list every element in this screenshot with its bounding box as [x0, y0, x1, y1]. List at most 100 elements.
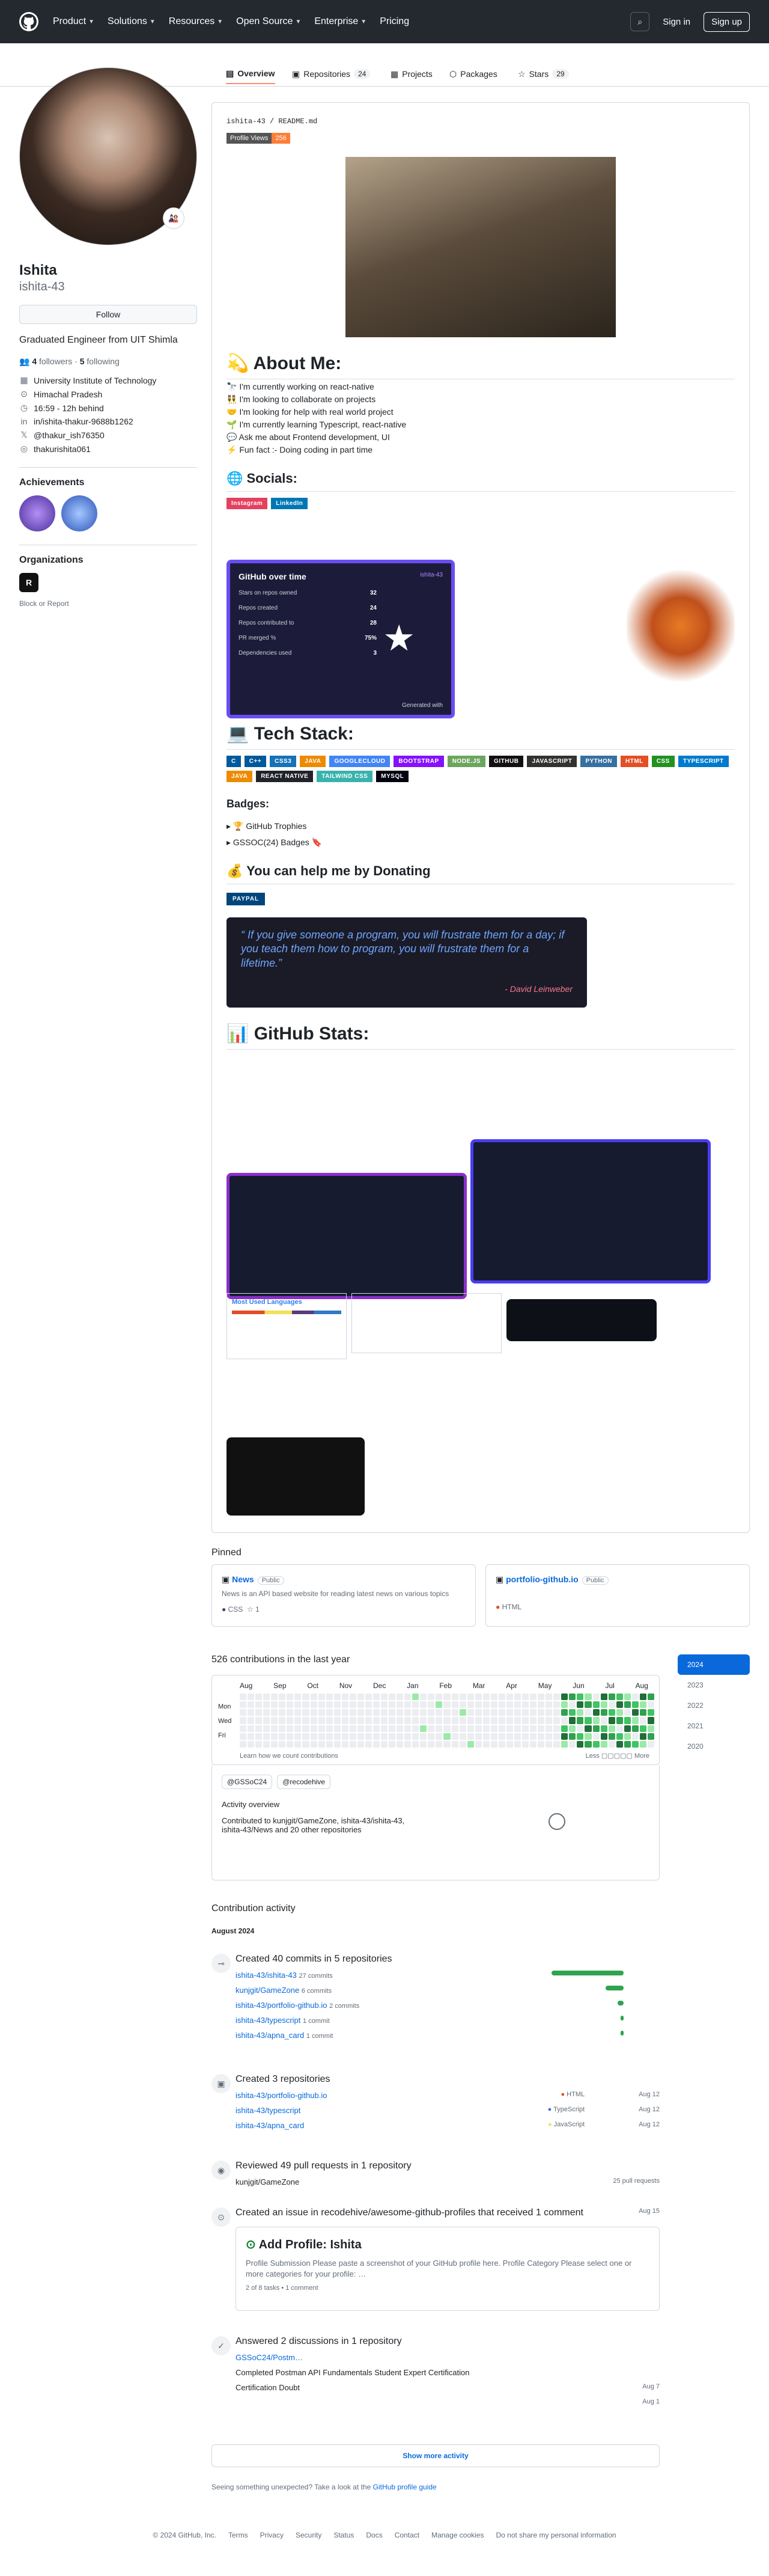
details-trophies[interactable]: ▸ 🏆 GitHub Trophies [226, 821, 735, 831]
contribution-cell[interactable] [412, 1693, 419, 1701]
contribution-cell[interactable] [333, 1717, 341, 1724]
contribution-cell[interactable] [397, 1709, 404, 1716]
contribution-cell[interactable] [248, 1701, 255, 1709]
contribution-cell[interactable] [561, 1701, 568, 1709]
footer-link[interactable]: Manage cookies [431, 2531, 484, 2539]
contribution-cell[interactable] [647, 1701, 654, 1709]
contribution-cell[interactable] [318, 1740, 325, 1748]
contribution-cell[interactable] [287, 1740, 294, 1748]
readme-path[interactable]: ishita-43 / README.md [226, 117, 735, 126]
contribution-cell[interactable] [631, 1717, 639, 1724]
contribution-cell[interactable] [608, 1725, 615, 1732]
contribution-cell[interactable] [624, 1693, 631, 1701]
contribution-cell[interactable] [436, 1725, 443, 1732]
contribution-cell[interactable] [553, 1733, 561, 1740]
commit-repo-link[interactable]: ishita-43/portfolio-github.io [236, 2001, 327, 2010]
contribution-cell[interactable] [365, 1693, 372, 1701]
commit-count[interactable]: 1 commit [306, 2033, 333, 2040]
contribution-cell[interactable] [482, 1701, 490, 1709]
contribution-cell[interactable] [647, 1740, 654, 1748]
contribution-cell[interactable] [506, 1693, 513, 1701]
contribution-cell[interactable] [357, 1701, 364, 1709]
contribution-cell[interactable] [475, 1725, 482, 1732]
contribution-cell[interactable] [443, 1725, 451, 1732]
pull-shark-badge-icon[interactable] [19, 495, 55, 531]
contribution-cell[interactable] [522, 1693, 529, 1701]
contribution-cell[interactable] [412, 1725, 419, 1732]
contribution-cell[interactable] [381, 1709, 388, 1716]
contribution-cell[interactable] [420, 1725, 427, 1732]
repo-link[interactable]: ishita-43/portfolio-github.io [236, 2091, 327, 2100]
contribution-cell[interactable] [482, 1693, 490, 1701]
contribution-cell[interactable] [263, 1740, 270, 1748]
contribution-cell[interactable] [475, 1740, 482, 1748]
contribution-cell[interactable] [271, 1693, 278, 1701]
contribution-cell[interactable] [639, 1701, 646, 1709]
following-label[interactable]: following [87, 356, 119, 366]
contribution-cell[interactable] [569, 1693, 576, 1701]
contribution-cell[interactable] [397, 1701, 404, 1709]
contribution-cell[interactable] [522, 1740, 529, 1748]
contribution-cell[interactable] [538, 1709, 545, 1716]
contribution-cell[interactable] [318, 1709, 325, 1716]
contribution-cell[interactable] [585, 1725, 592, 1732]
contribution-cell[interactable] [647, 1709, 654, 1716]
contribution-cell[interactable] [467, 1733, 474, 1740]
contribution-cell[interactable] [404, 1693, 412, 1701]
contribution-cell[interactable] [326, 1725, 333, 1732]
contribution-cell[interactable] [530, 1733, 537, 1740]
contribution-cell[interactable] [482, 1740, 490, 1748]
contribution-cell[interactable] [514, 1709, 521, 1716]
contribution-cell[interactable] [616, 1701, 623, 1709]
contribution-cell[interactable] [333, 1725, 341, 1732]
contribution-cell[interactable] [318, 1725, 325, 1732]
contribution-cell[interactable] [498, 1701, 505, 1709]
tab-stars[interactable]: ☆ Stars 29 [518, 64, 569, 84]
contribution-cell[interactable] [592, 1717, 600, 1724]
commit-repo-link[interactable]: ishita-43/apna_card [236, 2031, 304, 2040]
contribution-cell[interactable] [404, 1733, 412, 1740]
tab-projects[interactable]: ▦ Projects [391, 64, 433, 84]
contribution-cell[interactable] [326, 1693, 333, 1701]
contribution-cell[interactable] [592, 1725, 600, 1732]
details-gssoc[interactable]: ▸ GSSOC(24) Badges 🔖 [226, 837, 735, 848]
contribution-cell[interactable] [522, 1701, 529, 1709]
issue-heading-text[interactable]: Add Profile: Ishita [259, 2238, 362, 2251]
contribution-cell[interactable] [530, 1693, 537, 1701]
contribution-cell[interactable] [553, 1693, 561, 1701]
contribution-cell[interactable] [553, 1740, 561, 1748]
contribution-cell[interactable] [451, 1740, 458, 1748]
contribution-cell[interactable] [475, 1717, 482, 1724]
contribution-cell[interactable] [349, 1740, 356, 1748]
contribution-cell[interactable] [372, 1733, 380, 1740]
contribution-cell[interactable] [279, 1693, 286, 1701]
contribution-cell[interactable] [608, 1733, 615, 1740]
detail-x[interactable]: 𝕏 @thakur_ish76350 [19, 430, 197, 440]
contribution-cell[interactable] [600, 1733, 607, 1740]
contribution-cell[interactable] [522, 1717, 529, 1724]
contribution-cell[interactable] [498, 1725, 505, 1732]
contribution-cell[interactable] [522, 1725, 529, 1732]
contribution-cell[interactable] [498, 1717, 505, 1724]
contribution-cell[interactable] [365, 1709, 372, 1716]
contribution-cell[interactable] [647, 1693, 654, 1701]
contribution-cell[interactable] [318, 1693, 325, 1701]
contribution-cell[interactable] [506, 1733, 513, 1740]
commit-repo-link[interactable]: ishita-43/ishita-43 [236, 1971, 297, 1980]
contribution-cell[interactable] [372, 1717, 380, 1724]
contribution-cell[interactable] [279, 1701, 286, 1709]
contribution-cell[interactable] [631, 1725, 639, 1732]
contribution-cell[interactable] [600, 1725, 607, 1732]
contribution-cell[interactable] [333, 1693, 341, 1701]
contribution-cell[interactable] [255, 1740, 263, 1748]
paypal-badge[interactable]: PAYPAL [226, 893, 266, 905]
contribution-cell[interactable] [404, 1709, 412, 1716]
contribution-cell[interactable] [639, 1733, 646, 1740]
contribution-cell[interactable] [397, 1693, 404, 1701]
contribution-cell[interactable] [639, 1709, 646, 1716]
contribution-cell[interactable] [271, 1709, 278, 1716]
contribution-cell[interactable] [631, 1740, 639, 1748]
contribution-cell[interactable] [490, 1725, 497, 1732]
contribution-cell[interactable] [372, 1701, 380, 1709]
contribution-cell[interactable] [412, 1709, 419, 1716]
